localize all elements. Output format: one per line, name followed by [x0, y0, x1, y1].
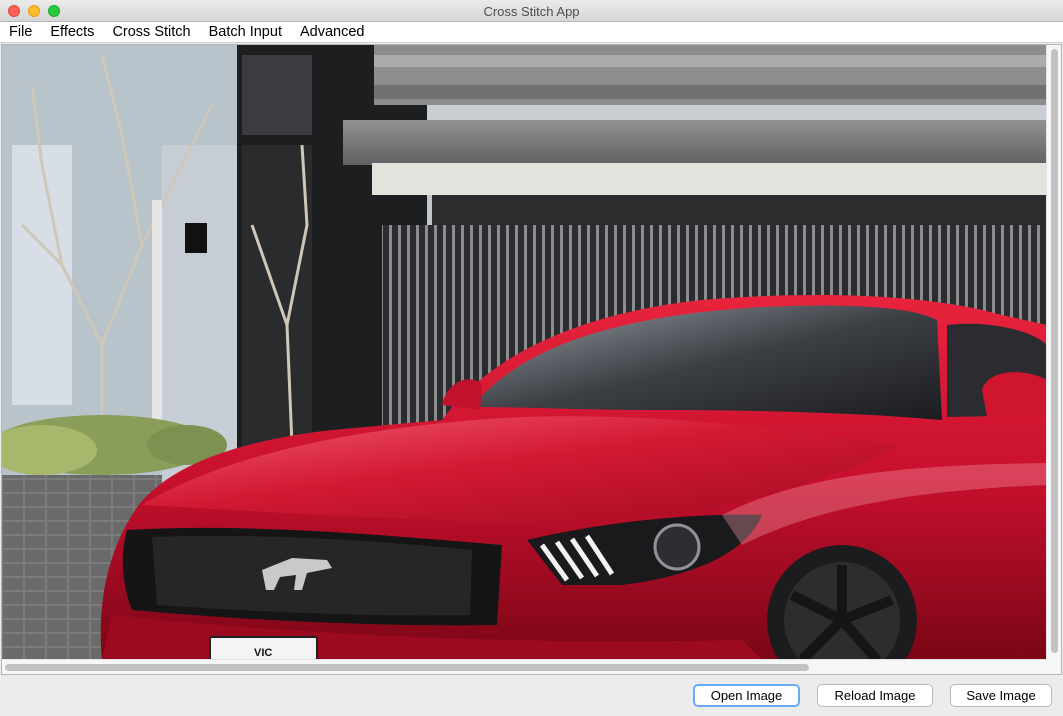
menu-batch-input[interactable]: Batch Input — [200, 22, 291, 43]
horizontal-scrollbar[interactable] — [2, 659, 1047, 674]
title-bar[interactable]: Cross Stitch App — [0, 0, 1063, 22]
image-canvas: VIC — [2, 45, 1047, 660]
menu-effects[interactable]: Effects — [41, 22, 103, 43]
scrollbar-corner — [1046, 659, 1061, 674]
window-title: Cross Stitch App — [483, 4, 580, 19]
button-bar: Open Image Reload Image Save Image — [0, 676, 1063, 716]
vertical-scrollbar[interactable] — [1046, 45, 1061, 660]
image-scroll-pane[interactable]: VIC — [1, 44, 1062, 675]
reload-image-button[interactable]: Reload Image — [817, 684, 933, 707]
license-plate-text: VIC — [254, 647, 272, 659]
vertical-scroll-thumb[interactable] — [1051, 49, 1058, 653]
open-image-button[interactable]: Open Image — [693, 684, 800, 707]
menu-file[interactable]: File — [0, 22, 41, 43]
save-image-button[interactable]: Save Image — [950, 684, 1052, 707]
menu-advanced[interactable]: Advanced — [291, 22, 374, 43]
loaded-photo: VIC — [2, 45, 1047, 660]
menu-cross-stitch[interactable]: Cross Stitch — [103, 22, 199, 43]
menu-bar: File Effects Cross Stitch Batch Input Ad… — [0, 22, 1063, 43]
horizontal-scroll-thumb[interactable] — [5, 664, 809, 671]
app-window: Cross Stitch App File Effects Cross Stit… — [0, 0, 1063, 716]
